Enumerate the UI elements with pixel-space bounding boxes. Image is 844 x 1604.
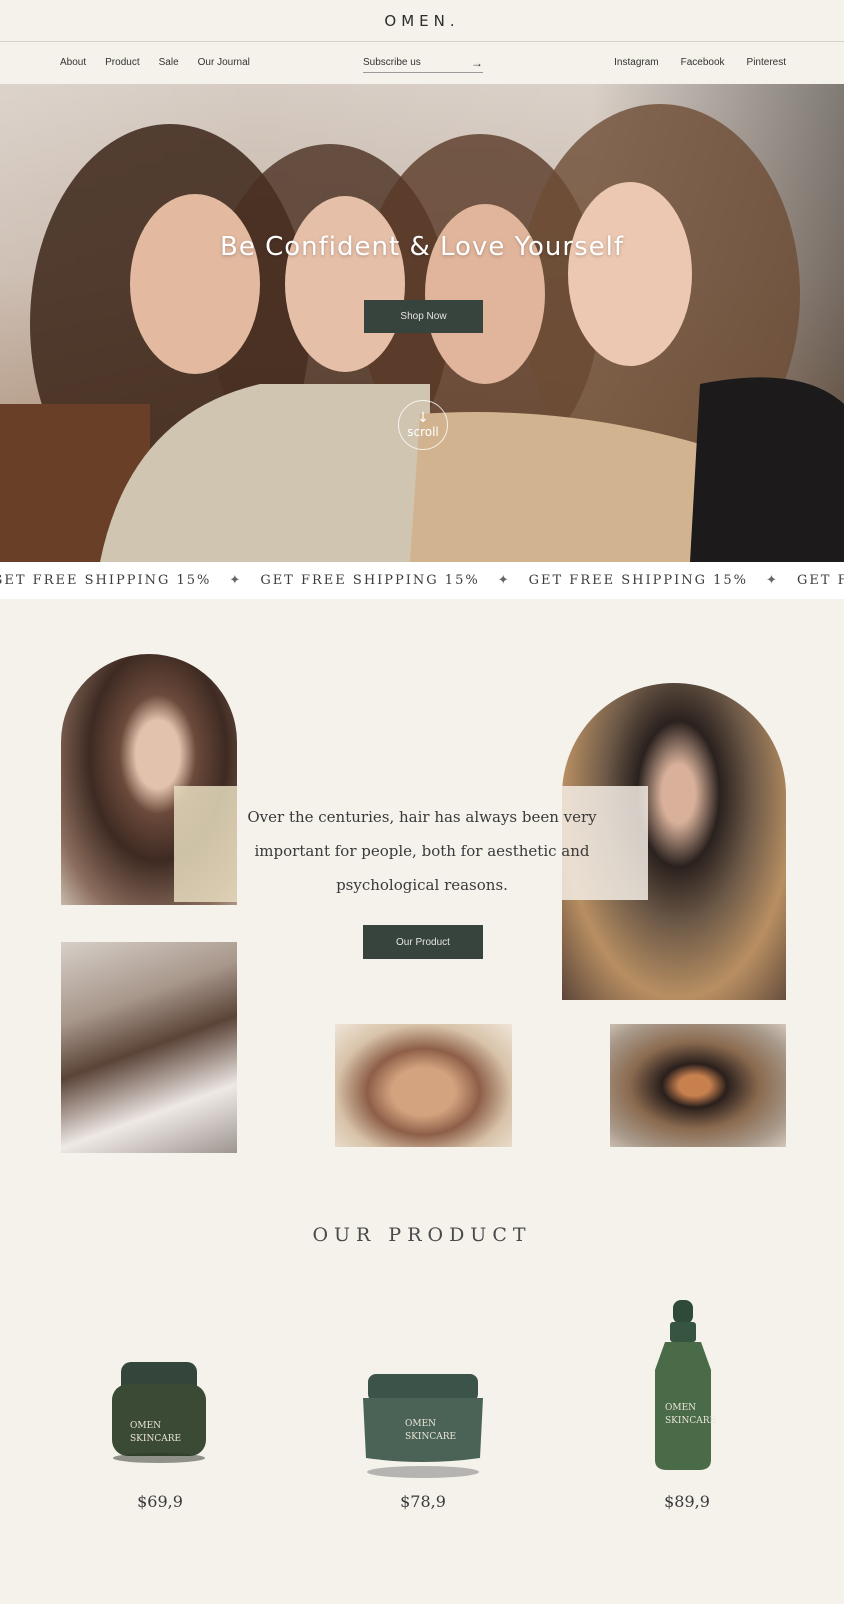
product-cream-image xyxy=(363,1374,483,1478)
group-photo xyxy=(61,942,237,1153)
nav-link-pinterest[interactable]: Pinterest xyxy=(747,57,786,68)
scroll-label: scroll xyxy=(407,425,439,439)
nav-link-about[interactable]: About xyxy=(60,57,86,68)
marquee-item: GET FREE SHIPPING 15% xyxy=(796,573,844,588)
product-price: $78,9 xyxy=(400,1492,446,1511)
main-navigation: About Product Sale Our Journal → Instagr… xyxy=(0,43,844,83)
scroll-button[interactable]: ↓ scroll xyxy=(398,400,448,450)
sparkle-icon: ✦ xyxy=(229,573,243,588)
brand-logo[interactable]: OMEN. xyxy=(384,12,459,30)
subscribe-form: → xyxy=(363,53,483,73)
nav-link-instagram[interactable]: Instagram xyxy=(614,57,658,68)
marquee-track: GET FREE SHIPPING 15% ✦ GET FREE SHIPPIN… xyxy=(0,573,844,588)
marquee-item: GET FREE SHIPPING 15% xyxy=(528,573,749,588)
marquee-item: GET FREE SHIPPING 15% xyxy=(260,573,480,588)
product-label: OMEN SKINCARE xyxy=(665,1403,717,1426)
product-jar-image xyxy=(112,1362,206,1463)
nav-link-facebook[interactable]: Facebook xyxy=(681,57,725,68)
hero-title: Be Confident & Love Yourself xyxy=(220,232,624,262)
product-label: OMEN SKINCARE xyxy=(405,1419,457,1442)
arrow-right-icon[interactable]: → xyxy=(471,56,483,70)
shop-now-button[interactable]: Shop Now xyxy=(364,300,483,333)
product-card[interactable]: OMEN SKINCARE $78,9 xyxy=(323,1290,523,1511)
product-label: OMEN SKINCARE xyxy=(130,1421,182,1444)
marquee-item: GET FREE SHIPPING 15% xyxy=(0,573,212,588)
decorative-box-left xyxy=(174,786,237,902)
nav-social: Instagram Facebook Pinterest xyxy=(614,57,786,68)
hero-banner: Be Confident & Love Yourself Shop Now ↓ … xyxy=(0,84,844,562)
subscribe-input[interactable] xyxy=(363,57,463,68)
product-card[interactable]: OMEN SKINCARE $69,9 xyxy=(60,1290,260,1511)
about-text: Over the centuries, hair has always been… xyxy=(247,808,597,894)
makeup-photo xyxy=(335,1024,512,1147)
shipping-marquee: GET FREE SHIPPING 15% ✦ GET FREE SHIPPIN… xyxy=(0,562,844,599)
our-product-button[interactable]: Our Product xyxy=(363,925,483,959)
arrow-down-icon: ↓ xyxy=(417,410,429,426)
product-price: $69,9 xyxy=(137,1492,183,1511)
field-portrait-photo xyxy=(610,1024,786,1147)
products-title: OUR PRODUCT xyxy=(312,1224,532,1246)
product-card[interactable]: OMEN SKINCARE $89,9 xyxy=(587,1290,787,1511)
top-bar: OMEN. xyxy=(0,0,844,42)
nav-link-journal[interactable]: Our Journal xyxy=(198,57,250,68)
product-price: $89,9 xyxy=(664,1492,710,1511)
sparkle-icon: ✦ xyxy=(766,573,779,588)
sparkle-icon: ✦ xyxy=(497,573,511,588)
nav-link-product[interactable]: Product xyxy=(105,57,139,68)
nav-link-sale[interactable]: Sale xyxy=(159,57,179,68)
product-bottle-image xyxy=(655,1300,711,1470)
nav-left: About Product Sale Our Journal xyxy=(60,57,250,68)
